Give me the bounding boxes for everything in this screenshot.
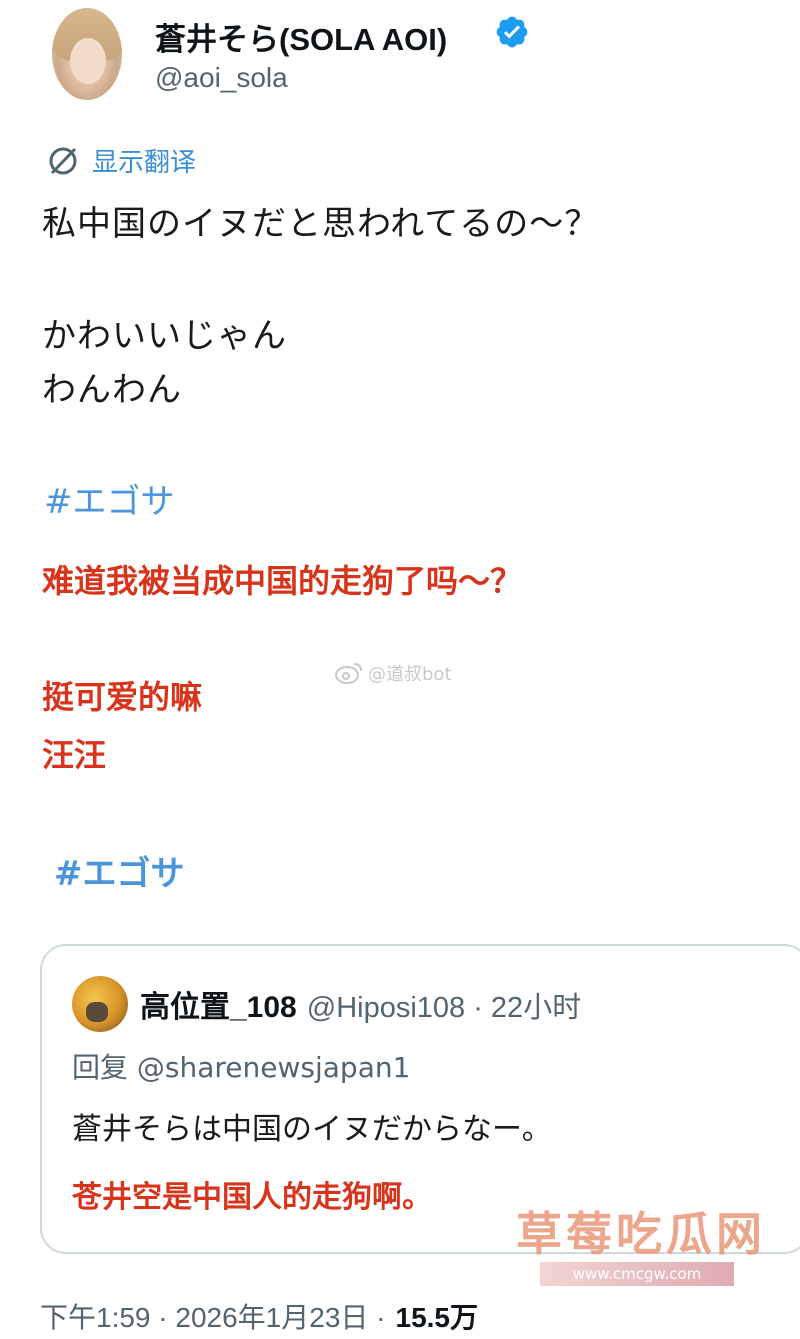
translation-line-3: 汪汪 [42,736,107,774]
reply-handle-link[interactable]: @sharenewsjapan1 [137,1051,411,1084]
weibo-icon [335,663,362,684]
quoted-reply-context: 回复 @sharenewsjapan1 [72,1046,410,1086]
translate-icon [49,147,77,174]
avatar[interactable] [52,8,122,100]
quoted-header: 高位置_108 @Hiposi108 · 22小时 [140,982,581,1026]
quoted-display-name[interactable]: 高位置_108 [140,982,297,1026]
display-name[interactable]: 蒼井そら(SOLA AOI) [155,14,447,59]
show-translation-label: 显示翻译 [92,148,197,178]
quoted-translation-cn: 苍井空是中国人的走狗啊。 [72,1180,432,1215]
view-count: 15.5万 [395,1302,479,1333]
quoted-text-jp: 蒼井そらは中国のイヌだからなー。 [72,1112,552,1147]
show-translation-button[interactable]: 显示翻译 [46,142,196,179]
post-text-line-1: 私中国のイヌだと思われてるの～？ [42,204,600,244]
translation-line-1: 难道我被当成中国的走狗了吗～？ [42,562,523,600]
translation-line-2: 挺可爱的嘛 [42,678,203,716]
quoted-avatar[interactable] [72,976,128,1032]
site-watermark-url: www.cmcgw.com [540,1262,734,1286]
post-hashtag-link[interactable]: #エゴサ [44,474,175,523]
tweet-timestamp[interactable]: 下午1:59 · 2026年1月23日 · [40,1296,386,1336]
weibo-watermark-text: @道叔bot [368,664,452,685]
tweet-page: 蒼井そら(SOLA AOI) @aoi_sola 显示翻译 私中国のイヌだと思わ… [0,0,800,1339]
quoted-avatar-figure [86,1002,108,1022]
weibo-watermark: @道叔bot [334,660,452,686]
site-watermark: 草莓吃瓜网 [516,1207,766,1261]
user-handle[interactable]: @aoi_sola [155,62,288,94]
avatar-face [70,38,106,84]
verified-badge-icon [496,16,528,48]
translation-hashtag: #エゴサ [54,854,185,894]
quoted-handle-time: @Hiposi108 · 22小时 [306,992,582,1024]
tweet-footer: 下午1:59 · 2026年1月23日 · 15.5万 [40,1296,478,1336]
post-text-line-2: かわいいじゃん [42,316,287,356]
reply-prefix: 回复 [72,1051,137,1084]
post-text-line-3: わんわん [42,370,182,410]
